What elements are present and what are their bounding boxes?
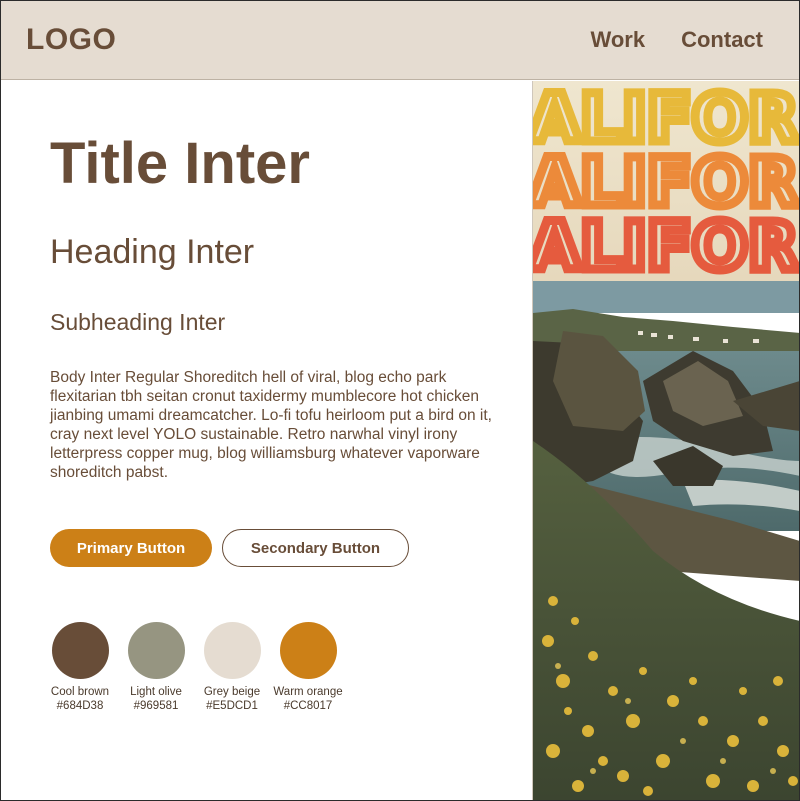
primary-button[interactable]: Primary Button — [50, 529, 212, 567]
subheading-sample: Subheading Inter — [50, 309, 226, 335]
coastline-poster-image: ALIFOR ALIFOR ALIFOR — [533, 81, 799, 800]
page-title: Title Inter — [50, 131, 310, 196]
main-nav: Work Contact — [591, 27, 764, 53]
nav-link-work[interactable]: Work — [591, 27, 646, 53]
swatch-name: Warm orange — [273, 686, 343, 698]
swatch-name: Light olive — [130, 686, 182, 698]
swatch-warm-orange: Warm orange #CC8017 — [270, 622, 346, 713]
secondary-button[interactable]: Secondary Button — [222, 529, 409, 567]
swatch-hex: #E5DCD1 — [206, 700, 258, 712]
swatch-circle — [127, 622, 185, 679]
swatch-cool-brown: Cool brown #684D38 — [42, 622, 118, 713]
page-frame: LOGO Work Contact Title Inter Heading In… — [0, 0, 800, 801]
swatch-grey-beige: Grey beige #E5DCD1 — [194, 622, 270, 713]
swatch-name: Grey beige — [203, 686, 261, 698]
swatch-hex: #969581 — [133, 700, 179, 712]
swatch-circle — [203, 622, 261, 679]
swatch-circle — [51, 622, 109, 679]
logo[interactable]: LOGO — [26, 23, 116, 57]
hero-photo: ALIFOR ALIFOR ALIFOR — [532, 81, 799, 800]
button-group: Primary Button Secondary Button — [50, 529, 409, 567]
swatch-light-olive: Light olive #969581 — [118, 622, 194, 713]
nav-link-contact[interactable]: Contact — [681, 27, 763, 53]
poster-text-row-3: ALIFOR — [533, 208, 799, 285]
swatch-name: Cool brown — [50, 686, 110, 698]
swatch-hex: #CC8017 — [283, 700, 333, 712]
site-header: LOGO Work Contact — [1, 1, 799, 80]
body-text-sample: Body Inter Regular Shoreditch hell of vi… — [50, 369, 492, 481]
swatch-circle — [279, 622, 337, 679]
swatch-hex: #684D38 — [56, 700, 104, 712]
color-palette: Cool brown #684D38 Light olive #969581 G… — [42, 622, 346, 713]
heading-sample: Heading Inter — [50, 233, 255, 271]
